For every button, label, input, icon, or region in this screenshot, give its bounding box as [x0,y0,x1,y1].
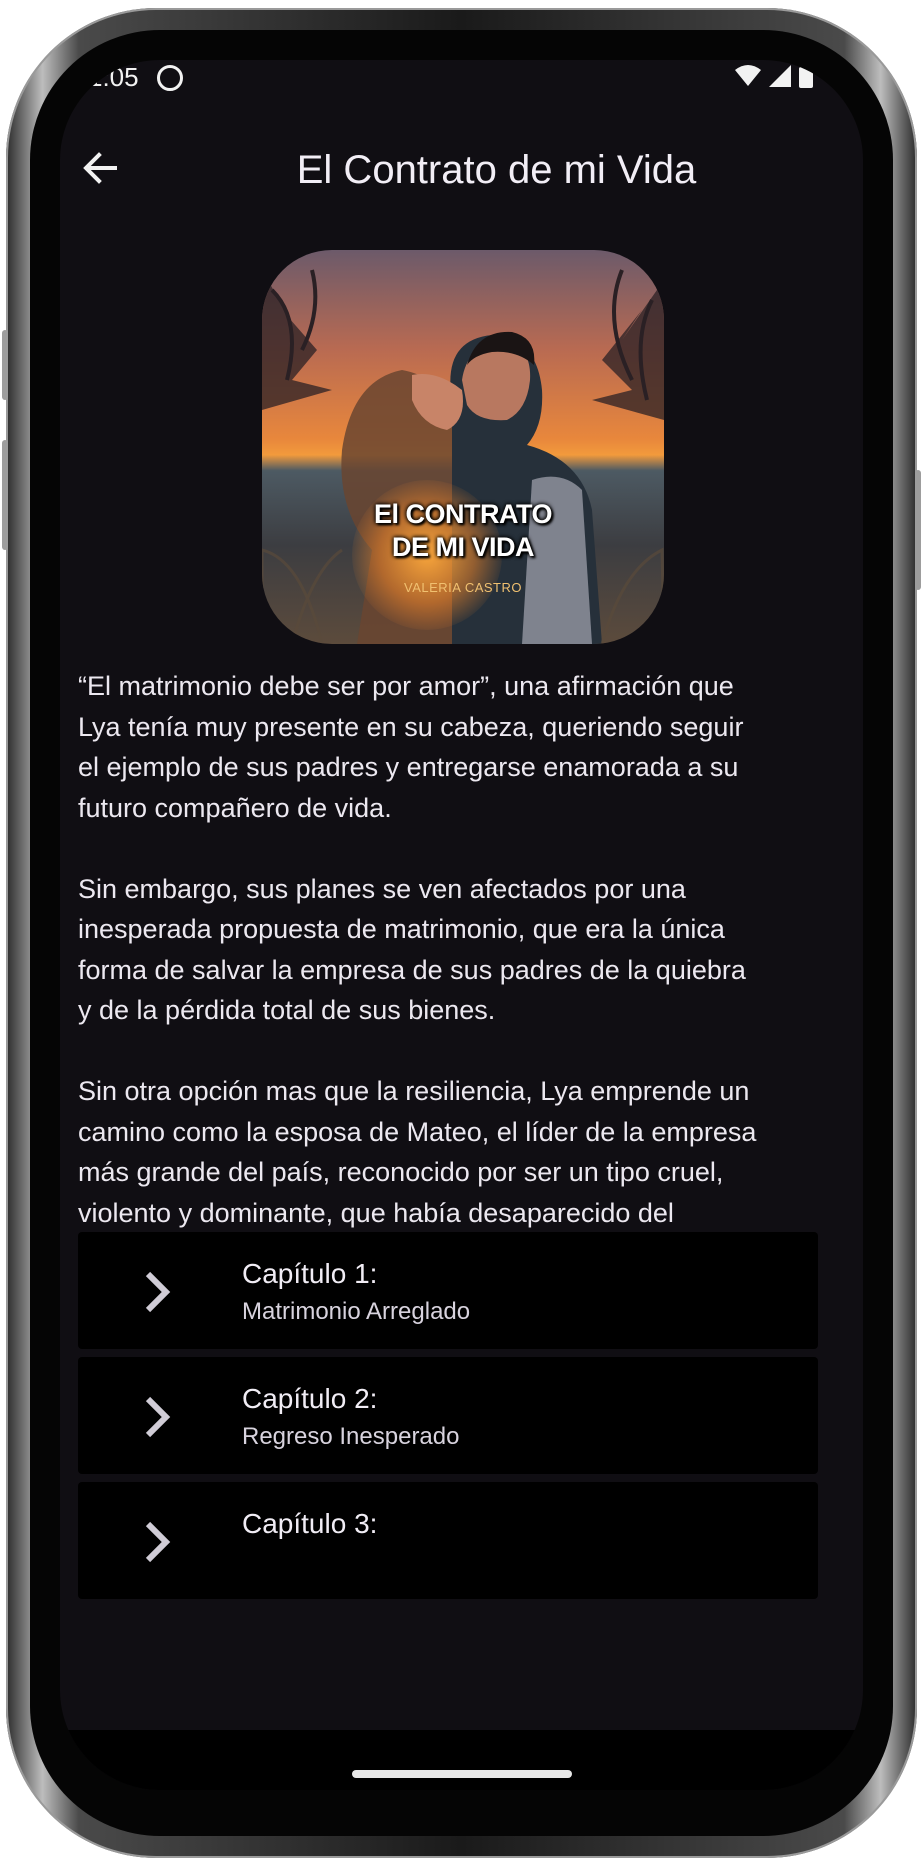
chapter-title: Capítulo 1: [242,1258,378,1289]
description-paragraph: “El matrimonio debe ser por amor”, una a… [78,671,744,823]
status-bar: 1:05 [60,60,863,120]
arrow-left-icon [83,152,117,184]
chapter-title: Capítulo 3: [242,1508,378,1539]
chevron-right-icon [145,1271,171,1313]
page-title: El Contrato de mi Vida [296,148,697,192]
chapter-item-1[interactable]: Capítulo 1: Matrimonio Arreglado [78,1232,818,1349]
chapter-list: Capítulo 1: Matrimonio Arreglado Capítul… [78,1232,818,1607]
status-time: 1:05 [88,62,139,92]
volume-up-button [2,330,8,400]
back-button[interactable] [82,150,132,190]
battery-icon [799,64,813,88]
home-indicator[interactable] [352,1770,572,1778]
wifi-icon [735,65,761,86]
description-paragraph: Sin embargo, sus planes se ven afectados… [78,873,746,1026]
chapter-item-3[interactable]: Capítulo 3: [78,1482,818,1599]
power-button [915,470,921,590]
notification-app-icon [157,65,183,91]
cover-author: VALERIA CASTRO [403,580,522,595]
app-bar: El Contrato de mi Vida [60,120,863,220]
cover-title: El CONTRATO DE MI VIDA [262,498,664,564]
chevron-right-icon [145,1521,171,1563]
book-cover-image: El CONTRATO DE MI VIDA VALERIA CASTRO [262,250,664,644]
cover-title-line1: El CONTRATO [373,499,553,529]
app-screen: 1:05 El Contrato de mi Vida El CONTRATO … [60,60,863,1790]
chapter-subtitle: Regreso Inesperado [242,1423,460,1450]
volume-down-button [2,440,8,550]
signal-icon [769,65,791,87]
chapter-title: Capítulo 2: [242,1383,378,1414]
chevron-right-icon [145,1396,171,1438]
status-icons [735,64,813,88]
cover-title-line2: DE MI VIDA [391,532,535,562]
chapter-subtitle: Matrimonio Arreglado [242,1298,471,1325]
chapter-item-2[interactable]: Capítulo 2: Regreso Inesperado [78,1357,818,1474]
navigation-bar [60,1730,863,1790]
